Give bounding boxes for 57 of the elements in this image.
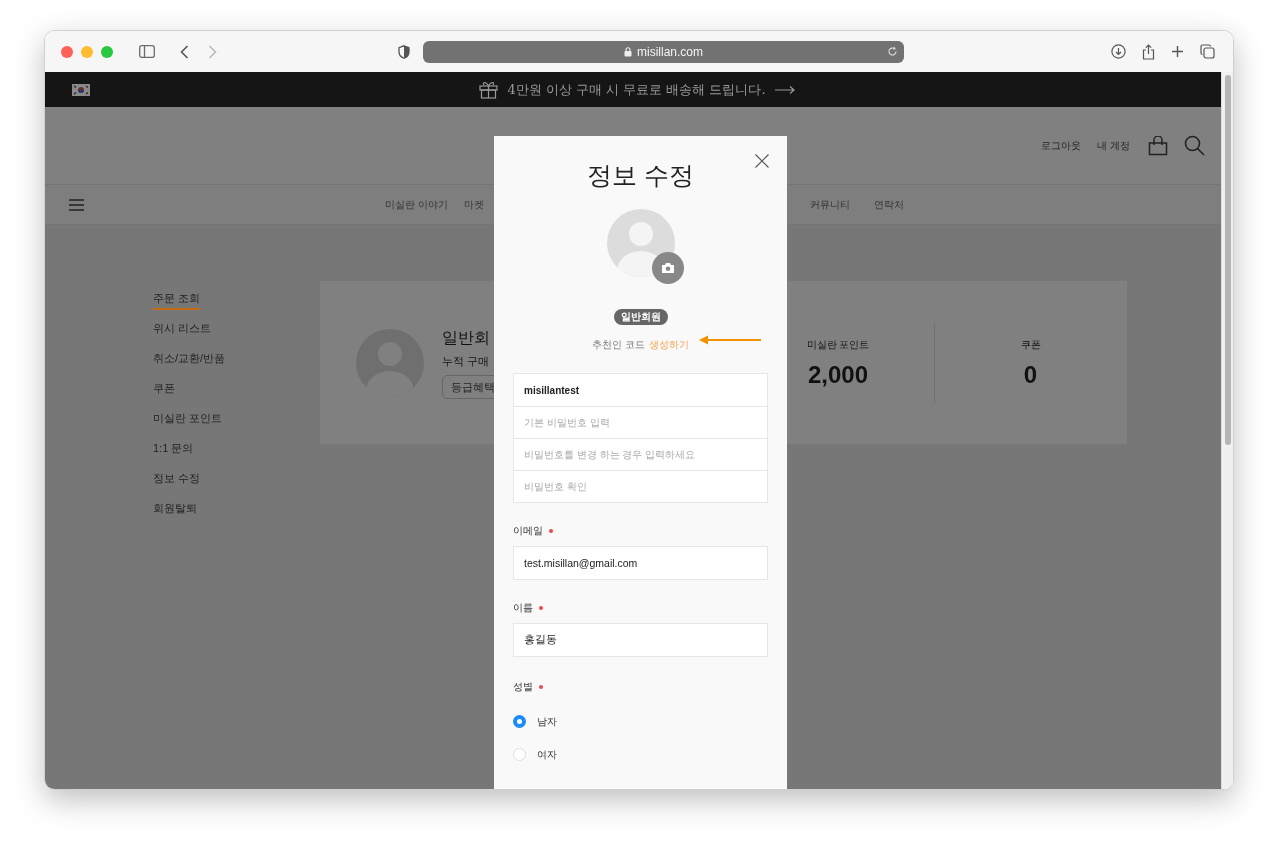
camera-icon	[660, 262, 675, 274]
sidebar-link[interactable]: 미실란 포인트	[153, 409, 223, 430]
text-field[interactable]: 홍길동	[513, 623, 768, 657]
radio-button[interactable]	[513, 748, 526, 761]
close-button[interactable]	[755, 154, 769, 168]
gift-icon	[479, 80, 499, 99]
search-icon[interactable]	[1184, 135, 1205, 156]
url-text: misillan.com	[637, 43, 703, 61]
field-label: 성별	[513, 680, 533, 694]
arrow-right-icon[interactable]	[774, 85, 795, 94]
reload-icon[interactable]	[887, 46, 898, 57]
member-grade-title: 일반회	[442, 327, 491, 348]
back-icon[interactable]	[180, 44, 189, 59]
sidebar-link[interactable]: 주문 조회	[153, 289, 201, 310]
tabs-overview-icon[interactable]	[1200, 44, 1215, 59]
nav-link[interactable]: 마켓	[463, 197, 484, 212]
annotation-arrow	[699, 335, 762, 345]
sidebar-link[interactable]: 위시 리스트	[153, 319, 212, 340]
nav-link[interactable]: 커뮤니티	[810, 197, 850, 212]
camera-button[interactable]	[651, 252, 684, 284]
plus-icon[interactable]	[1171, 45, 1184, 58]
stat-label: 쿠폰	[1020, 338, 1041, 352]
shopping-bag-icon[interactable]	[1148, 135, 1168, 156]
address-bar[interactable]: misillan.com	[423, 40, 904, 63]
share-icon[interactable]	[1142, 43, 1155, 60]
shield-icon[interactable]	[398, 44, 410, 59]
sidebar-link[interactable]: 회원탈퇴	[153, 499, 197, 520]
nav-link[interactable]: 연락처	[874, 197, 904, 212]
stat-value: 0	[1023, 362, 1038, 388]
referral-code-label: 추천인 코드	[592, 338, 645, 352]
sidebar-link[interactable]: 취소/교환/반품	[153, 349, 226, 370]
sidebar-link[interactable]: 정보 수정	[153, 469, 201, 490]
stat-label: 미실란 포인트	[806, 338, 870, 352]
sidebar-toggle-icon[interactable]	[139, 45, 155, 58]
header-link[interactable]: 내 계정	[1097, 138, 1130, 153]
member-grade-badge: 일반회원	[613, 309, 668, 325]
close-window-button[interactable]	[61, 45, 73, 58]
banner-text: 4만원 이상 구매 시 무료로 배송해 드립니다.	[507, 80, 766, 99]
generate-referral-link[interactable]: 생성하기	[648, 337, 689, 352]
field-label: 이름	[513, 601, 533, 615]
lock-icon	[624, 46, 632, 57]
purchase-total-label: 누적 구매	[442, 353, 491, 369]
nav-link[interactable]: 미실란 이야기	[385, 197, 448, 212]
text-field[interactable]: test.misillan@gmail.com	[513, 546, 768, 580]
radio-button[interactable]	[513, 715, 526, 728]
sidebar-link[interactable]: 쿠폰	[153, 379, 175, 400]
menu-icon[interactable]	[69, 198, 84, 211]
sidebar-link[interactable]: 1:1 문의	[153, 439, 194, 460]
field-label: 이메일	[513, 524, 543, 538]
download-icon[interactable]	[1111, 44, 1126, 59]
stat-value: 2,000	[807, 362, 869, 388]
korean-flag-icon[interactable]	[72, 83, 90, 96]
radio-label: 남자	[537, 715, 557, 729]
modal-title: 정보 수정	[586, 160, 695, 192]
header-link[interactable]: 로그아웃	[1041, 138, 1082, 153]
scrollbar-thumb[interactable]	[1224, 75, 1231, 445]
radio-label: 여자	[537, 748, 557, 762]
